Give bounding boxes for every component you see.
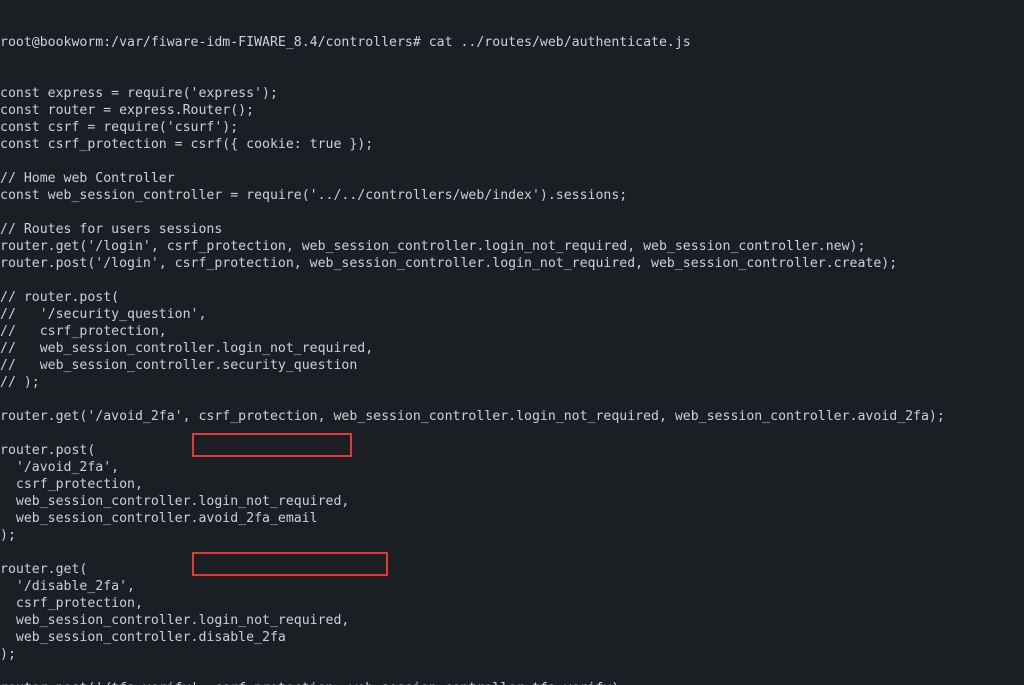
code-line	[0, 391, 1024, 408]
code-line: // web_session_controller.login_not_requ…	[0, 340, 1024, 357]
code-line: // csrf_protection,	[0, 323, 1024, 340]
terminal[interactable]: root@bookworm:/var/fiware-idm-FIWARE_8.4…	[0, 0, 1024, 685]
code-line	[0, 204, 1024, 221]
code-line: // Home web Controller	[0, 170, 1024, 187]
code-line: const router = express.Router();	[0, 102, 1024, 119]
code-line	[0, 663, 1024, 680]
code-line: const csrf_protection = csrf({ cookie: t…	[0, 136, 1024, 153]
code-line: csrf_protection,	[0, 595, 1024, 612]
code-line: router.post('/login', csrf_protection, w…	[0, 255, 1024, 272]
code-line: router.get('/avoid_2fa', csrf_protection…	[0, 408, 1024, 425]
code-line: // '/security_question',	[0, 306, 1024, 323]
code-line: );	[0, 646, 1024, 663]
code-line: router.post(	[0, 442, 1024, 459]
code-line: router.get(	[0, 561, 1024, 578]
code-line: // web_session_controller.security_quest…	[0, 357, 1024, 374]
code-line: router.post('/tfa_verify', csrf_protecti…	[0, 680, 1024, 685]
code-line: web_session_controller.avoid_2fa_email	[0, 510, 1024, 527]
code-line	[0, 272, 1024, 289]
code-line: const csrf = require('csurf');	[0, 119, 1024, 136]
prompt-line: root@bookworm:/var/fiware-idm-FIWARE_8.4…	[0, 34, 1024, 51]
code-line: csrf_protection,	[0, 476, 1024, 493]
code-line: '/disable_2fa',	[0, 578, 1024, 595]
code-line: // Routes for users sessions	[0, 221, 1024, 238]
code-line: // router.post(	[0, 289, 1024, 306]
code-line: web_session_controller.disable_2fa	[0, 629, 1024, 646]
code-line	[0, 544, 1024, 561]
code-line: router.get('/login', csrf_protection, we…	[0, 238, 1024, 255]
code-line: // );	[0, 374, 1024, 391]
shell-prompt: root@bookworm:/var/fiware-idm-FIWARE_8.4…	[0, 35, 691, 50]
code-line: '/avoid_2fa',	[0, 459, 1024, 476]
code-line	[0, 425, 1024, 442]
code-line	[0, 153, 1024, 170]
code-line: const web_session_controller = require('…	[0, 187, 1024, 204]
code-line: );	[0, 527, 1024, 544]
code-line: web_session_controller.login_not_require…	[0, 493, 1024, 510]
code-output: const express = require('express');const…	[0, 85, 1024, 685]
code-line: const express = require('express');	[0, 85, 1024, 102]
code-line: web_session_controller.login_not_require…	[0, 612, 1024, 629]
